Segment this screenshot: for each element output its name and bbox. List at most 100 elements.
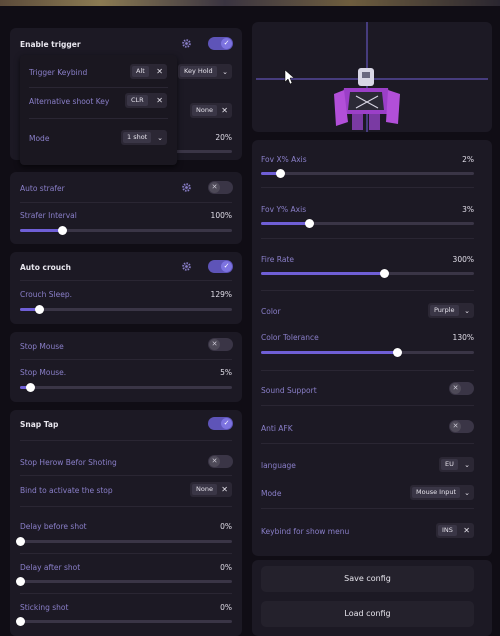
check-icon: ✓ [221,261,232,272]
snap-tap-toggle[interactable]: ✓ [208,417,233,430]
crouch-sleep-slider[interactable] [20,305,232,314]
popup-divider [29,118,168,119]
chevron-down-icon: ⌄ [464,306,470,315]
sticking-slider[interactable] [15,617,232,626]
key-mode-select[interactable]: Key Hold ⌄ [178,64,232,79]
trigger-keybind-chip[interactable]: Alt ✕ [130,64,167,79]
delay-after-value: 0% [220,563,232,572]
divider [20,506,232,507]
close-icon[interactable]: ✕ [463,526,470,535]
anti-afk-label: Anti AFK [261,424,293,433]
divider [20,593,232,594]
bind-stop-chip[interactable]: None ✕ [190,482,232,497]
close-icon: ✕ [209,182,220,193]
fire-rate-slider[interactable] [261,269,474,278]
color-label: Color [261,307,281,316]
slider-knob[interactable] [15,577,25,586]
stop-mouse-toggle[interactable]: ✕ [208,338,233,351]
alt-shoot-key-chip[interactable]: CLR ✕ [125,93,167,108]
gear-icon[interactable] [181,38,192,49]
crouch-sleep-value: 129% [210,290,232,299]
close-icon[interactable]: ✕ [156,96,163,105]
divider [261,405,474,406]
strafer-interval-value: 100% [210,211,232,220]
slider-knob[interactable] [15,537,25,546]
divider [261,187,474,188]
delay-after-label: Delay after shot [20,563,81,572]
bind-stop-label: Bind to activate the stop [20,486,113,495]
sound-support-label: Sound Support [261,386,317,395]
auto-strafer-toggle[interactable]: ✕ [208,181,233,194]
chevron-down-icon: ⌄ [464,460,470,469]
close-icon: ✕ [209,456,220,467]
gear-icon[interactable] [181,261,192,272]
chevron-down-icon: ⌄ [222,67,228,76]
gear-icon[interactable] [181,182,192,193]
language-label: language [261,461,296,470]
popup-divider [29,87,168,88]
color-tolerance-slider[interactable] [261,348,474,357]
fire-rate-label: Fire Rate [261,255,294,264]
delay-before-value: 0% [220,522,232,531]
close-icon[interactable]: ✕ [156,67,163,76]
preview-panel [252,22,492,132]
stop-mouse-label: Stop Mouse [20,342,64,351]
strafer-interval-slider[interactable] [20,226,232,235]
sound-support-toggle[interactable]: ✕ [449,382,474,395]
mode-label: Mode [29,134,50,143]
stop-mouse-slider[interactable] [20,383,232,392]
language-select[interactable]: EU ⌄ [439,457,474,472]
strafer-interval-label: Strafer Interval [20,211,77,220]
divider [261,443,474,444]
keybind-menu-chip[interactable]: INS ✕ [436,523,474,538]
close-icon[interactable]: ✕ [221,485,228,494]
delay-after-slider[interactable] [15,577,232,586]
slider-knob[interactable] [57,226,67,235]
save-config-button[interactable]: Save config [261,566,474,592]
slider-knob[interactable] [34,305,44,314]
delay-before-label: Delay before shot [20,522,87,531]
sticking-value: 0% [220,603,232,612]
divider [261,508,474,509]
load-config-button[interactable]: Load config [261,601,474,627]
sticking-label: Sticking shot [20,603,69,612]
slider-knob[interactable] [380,269,390,278]
mode-right-label: Mode [261,489,282,498]
auto-strafer-panel [10,172,242,244]
divider [261,370,474,371]
fov-y-value: 3% [462,205,474,214]
fov-y-label: Fov Y% Axis [261,205,307,214]
close-icon: ✕ [450,421,461,432]
slider-knob[interactable] [15,617,25,626]
input-mode-select[interactable]: Mouse Input ⌄ [410,485,474,500]
fov-x-slider[interactable] [261,169,474,178]
delay-before-slider[interactable] [15,537,232,546]
close-icon: ✕ [209,339,220,350]
slider-knob[interactable] [275,169,285,178]
slider-knob[interactable] [392,348,402,357]
divider [20,280,232,281]
divider [261,238,474,239]
keybind-menu-label: Keybind for show menu [261,527,350,536]
close-icon[interactable]: ✕ [221,106,228,115]
alt-shoot-key-label: Alternative shoot Key [29,97,110,106]
anti-afk-toggle[interactable]: ✕ [449,420,474,433]
snap-tap-label: Snap Tap [20,420,59,429]
key-none-chip[interactable]: None ✕ [190,103,232,118]
crouch-sleep-label: Crouch Sleep. [20,290,72,299]
character-preview [256,22,488,132]
enable-trigger-toggle[interactable]: ✓ [208,37,233,50]
fov-y-slider[interactable] [261,219,474,228]
check-icon: ✓ [221,418,232,429]
fov-x-label: Fov X% Axis [261,155,307,164]
auto-crouch-toggle[interactable]: ✓ [208,260,233,273]
divider [20,440,232,441]
stop-herow-toggle[interactable]: ✕ [208,455,233,468]
divider [20,202,232,203]
close-icon: ✕ [450,383,461,394]
enable-trigger-label: Enable trigger [20,40,81,49]
check-icon: ✓ [221,38,232,49]
stop-herow-label: Stop Herow Befor Shoting [20,458,117,467]
mode-select[interactable]: 1 shot ⌄ [121,130,167,145]
color-select[interactable]: Purple ⌄ [428,303,474,318]
